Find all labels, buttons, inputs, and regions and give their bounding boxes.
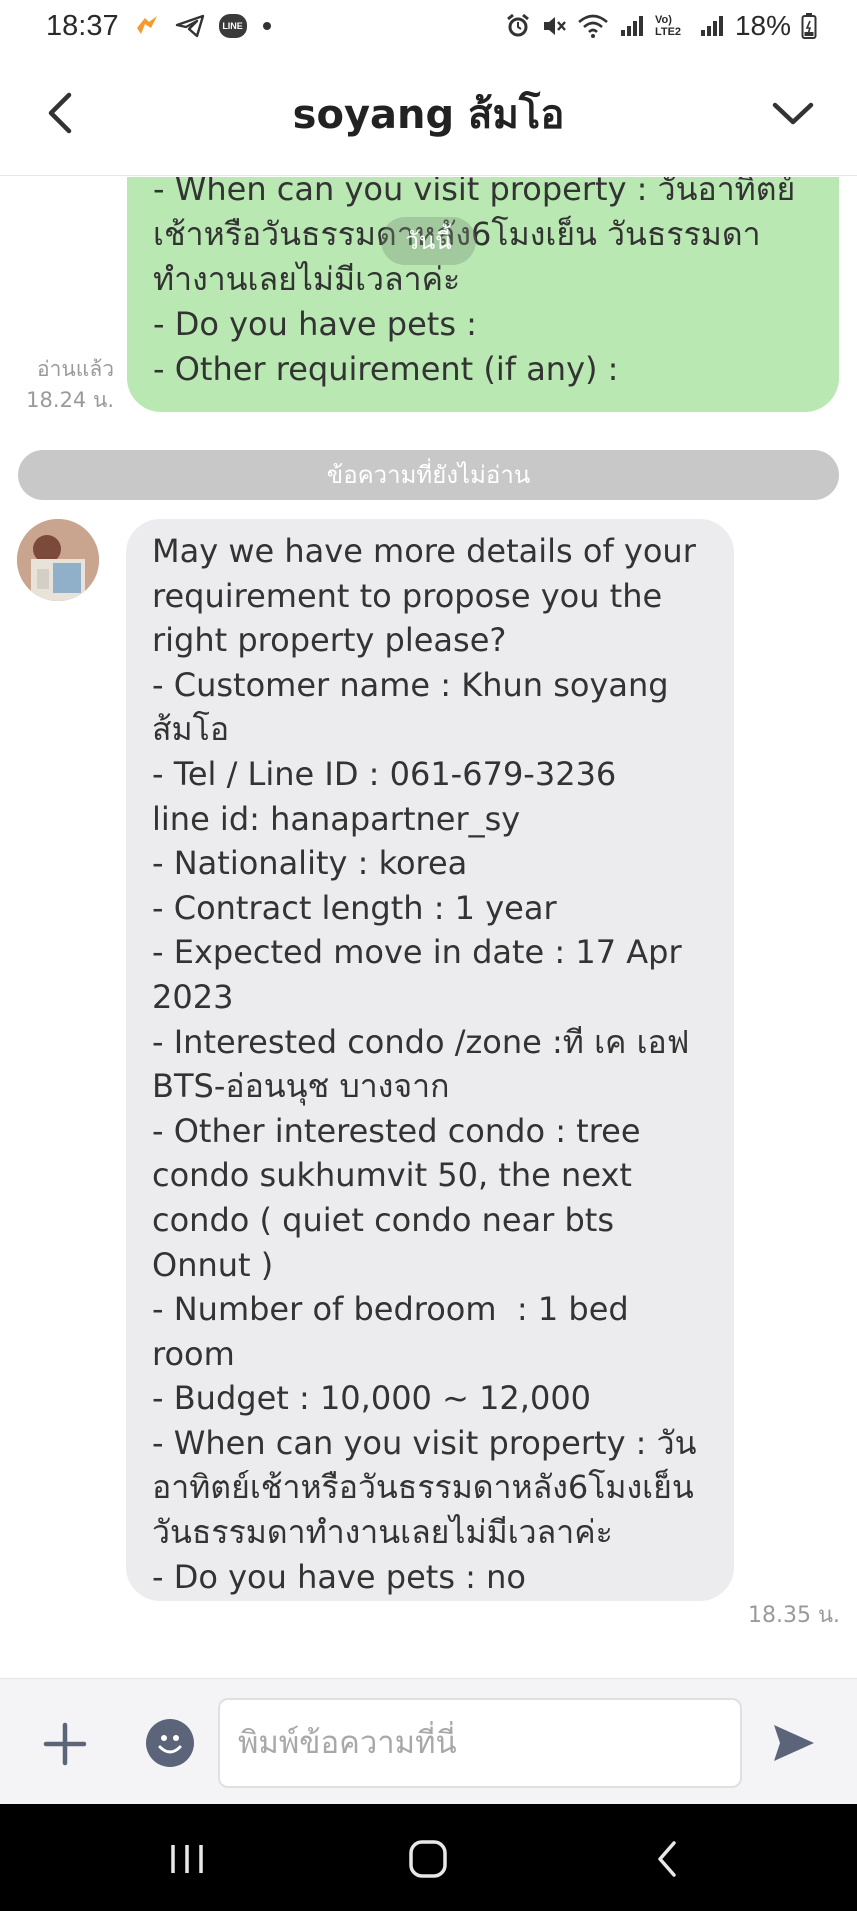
- emoji-icon: [158, 1735, 182, 1754]
- sent-message-bubble[interactable]: - When can you visit property : วันอาทิต…: [127, 177, 839, 412]
- received-message-bubble[interactable]: May we have more details of your require…: [126, 519, 734, 1601]
- recent-apps-icon: [171, 1845, 203, 1873]
- mute-icon: [541, 13, 567, 39]
- add-attachment-button[interactable]: [40, 1719, 90, 1769]
- wifi-icon: [577, 13, 609, 39]
- read-receipt: อ่านแล้ว 18.24 น.: [14, 354, 114, 416]
- status-bar: 18:37 LINE Vo) LTE2 18%: [0, 0, 857, 52]
- alarm-icon: [505, 13, 531, 39]
- chat-menu-button[interactable]: [765, 90, 821, 136]
- signal-icon: [619, 14, 645, 38]
- send-button[interactable]: [770, 1719, 818, 1767]
- telegram-icon: [175, 14, 205, 38]
- navigation-bar: [0, 1804, 857, 1911]
- line-icon: LINE: [218, 14, 247, 38]
- status-time: 18:37: [46, 9, 119, 42]
- chat-header: soyang ส้มโอ: [0, 52, 857, 176]
- system-back-button[interactable]: [642, 1834, 692, 1884]
- home-icon: [409, 1840, 447, 1878]
- unread-divider: ข้อความที่ยังไม่อ่าน: [18, 450, 839, 500]
- back-icon: [658, 1841, 676, 1877]
- emoji-button[interactable]: [146, 1719, 194, 1767]
- home-button[interactable]: [403, 1834, 453, 1884]
- sent-time: 18.24 น.: [26, 388, 114, 412]
- recent-apps-button[interactable]: [162, 1834, 212, 1884]
- message-input[interactable]: [218, 1698, 742, 1788]
- input-bar: [0, 1678, 857, 1804]
- chat-title: soyang ส้มโอ: [292, 91, 565, 138]
- received-time: 18.35 น.: [748, 1603, 841, 1628]
- lte-label: Vo) LTE2: [654, 14, 682, 38]
- compass-app-icon: [133, 14, 161, 38]
- send-icon: [774, 1725, 814, 1761]
- chevron-down-icon: [772, 102, 814, 125]
- chat-area[interactable]: - When can you visit property : วันอาทิต…: [0, 177, 857, 1678]
- dot-icon: [261, 20, 273, 32]
- date-chip: วันนี้: [381, 217, 476, 265]
- signal-icon: [699, 14, 725, 38]
- battery-percent: 18%: [734, 10, 791, 41]
- read-label: อ่านแล้ว: [37, 357, 114, 381]
- battery-icon: [801, 12, 817, 40]
- avatar[interactable]: [17, 519, 99, 601]
- plus-icon: [43, 1722, 87, 1766]
